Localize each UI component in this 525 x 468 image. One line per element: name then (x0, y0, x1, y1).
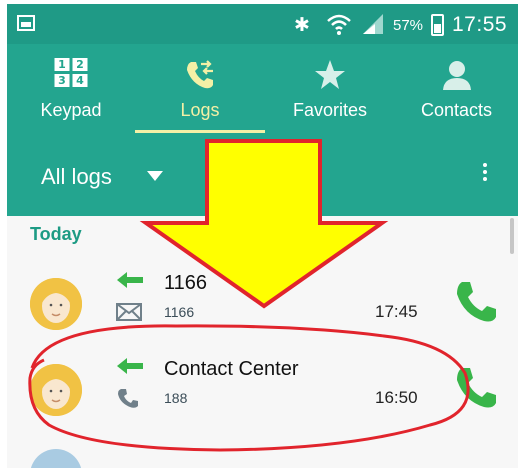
caller-number: 1166 (164, 304, 195, 320)
tab-logs-label: Logs (180, 100, 220, 120)
outgoing-arrow-icon (117, 272, 143, 288)
filter-bar: All logs (7, 144, 518, 216)
call-icon[interactable] (455, 366, 497, 410)
person-icon (442, 61, 471, 90)
call-icon[interactable] (455, 280, 497, 324)
call-log-list: Today 1166 1166 17:45 Contact Center 188… (7, 216, 518, 468)
tab-logs[interactable]: Logs (135, 44, 265, 144)
scrollbar[interactable] (510, 218, 514, 254)
tab-bar: 1234 Keypad Logs Favorites Contacts (7, 44, 518, 144)
battery-icon (431, 14, 444, 36)
phone-icon (118, 389, 138, 408)
tab-favorites[interactable]: Favorites (265, 44, 395, 144)
tab-contacts[interactable]: Contacts (395, 44, 518, 144)
gallery-icon (17, 15, 35, 31)
log-row-contact-center[interactable]: Contact Center 188 16:50 (7, 348, 518, 434)
keypad-icon: 1234 (54, 58, 88, 87)
clock: 17:55 (452, 13, 508, 36)
status-bar: ✱ 57% 17:55 (7, 4, 518, 44)
logs-icon (187, 60, 213, 89)
log-filter-dropdown[interactable]: All logs (41, 164, 112, 190)
wifi-icon (327, 14, 351, 35)
avatar (30, 364, 82, 416)
call-time: 16:50 (375, 388, 418, 407)
outgoing-arrow-icon (117, 358, 143, 374)
tab-keypad-label: Keypad (40, 100, 102, 120)
avatar (30, 449, 82, 468)
message-icon (116, 303, 142, 321)
overflow-menu-icon[interactable] (479, 160, 491, 190)
avatar (30, 278, 82, 330)
caller-name: Contact Center (164, 358, 299, 380)
tab-contacts-label: Contacts (420, 100, 493, 120)
phone-screen: ✱ 57% 17:55 1234 Keypad Logs Favorites C… (7, 4, 518, 468)
call-time: 17:45 (375, 302, 418, 321)
signal-icon (363, 14, 383, 34)
tab-favorites-label: Favorites (292, 100, 368, 120)
bluetooth-icon: ✱ (294, 14, 310, 36)
dropdown-caret-icon[interactable] (147, 171, 163, 181)
tab-keypad[interactable]: 1234 Keypad (7, 44, 135, 144)
caller-number: 188 (164, 390, 188, 406)
caller-name: 1166 (164, 272, 208, 294)
star-icon (315, 60, 345, 89)
section-header-today: Today (30, 224, 82, 244)
log-row-1166[interactable]: 1166 1166 17:45 (7, 262, 518, 348)
battery-percent: 57% (393, 17, 424, 34)
active-tab-indicator (135, 130, 265, 133)
